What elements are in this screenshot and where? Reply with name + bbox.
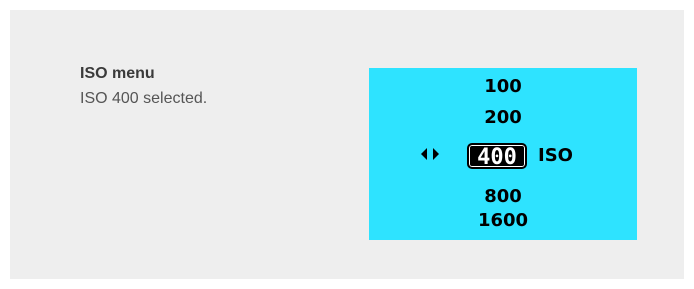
iso-option-1600[interactable]: 1600 (369, 210, 637, 232)
caption-title: ISO menu (80, 65, 155, 82)
iso-lcd-display: 100 200 400 ISO 800 1600 (369, 68, 637, 240)
left-right-arrows-icon (421, 148, 439, 160)
iso-option-200[interactable]: 200 (369, 107, 637, 129)
iso-option-100[interactable]: 100 (369, 76, 637, 98)
iso-menu-card: ISO menu ISO 400 selected. 100 200 400 I… (10, 10, 684, 279)
iso-option-400-selected[interactable]: 400 (467, 143, 527, 170)
iso-unit-label: ISO (538, 145, 573, 166)
iso-option-800[interactable]: 800 (369, 186, 637, 208)
caption-text: ISO 400 selected. (80, 90, 208, 107)
